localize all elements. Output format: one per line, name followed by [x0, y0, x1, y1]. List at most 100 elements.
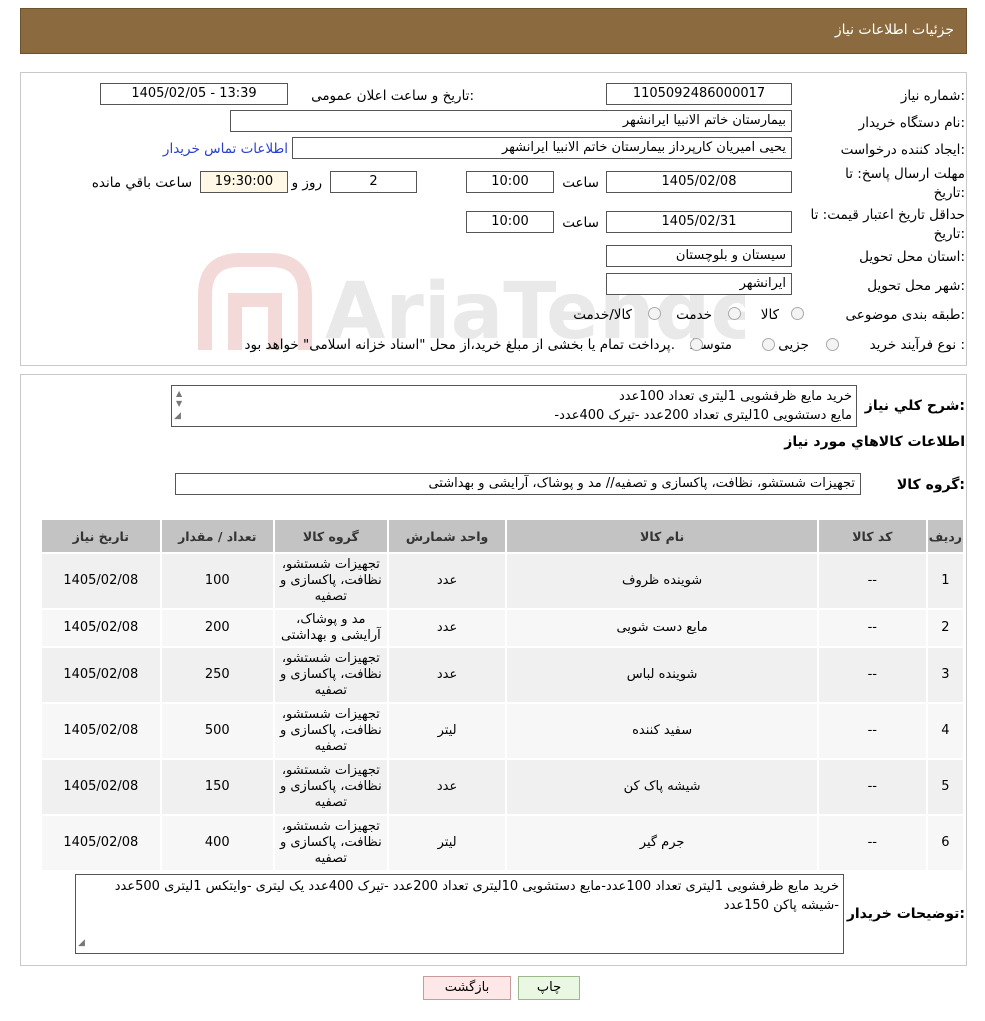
cell-row: 4 [925, 702, 966, 760]
cell-name: شوینده لباس [505, 646, 819, 704]
cell-name: سفید کننده [505, 702, 819, 760]
process-radio-minor[interactable] [826, 338, 839, 351]
page-title: جزئیات اطلاعات نیاز [834, 22, 954, 38]
province-label: استان محل تحویل: [859, 249, 965, 265]
buyer-org-label: نام دستگاه خریدار: [858, 115, 965, 131]
buyer-contact-link[interactable]: اطلاعات تماس خریدار [163, 141, 288, 157]
cell-unit: لیتر [386, 814, 508, 872]
summary-label: شرح کلي نیاز: [864, 398, 965, 414]
resize-handle-icon[interactable]: ◢ [174, 407, 181, 426]
deadline-time-label: ساعت [562, 175, 599, 191]
cell-qty: 200 [159, 608, 275, 648]
buyer-notes-text: خرید مایع ظرفشویی 1لیتری تعداد 100عدد-ما… [114, 879, 839, 913]
cell-group: تجهیزات شستشو، نظافت، پاکسازی و تصفیه [272, 552, 389, 610]
category-radio-goods-service[interactable] [648, 307, 661, 320]
table-row: 6 -- جرم گیر لیتر تجهیزات شستشو، نظافت، … [40, 814, 966, 872]
cell-row: 5 [925, 758, 966, 816]
city-field: ایرانشهر [606, 273, 792, 295]
resize-handle-icon[interactable]: ◢ [78, 934, 85, 953]
cell-row: 6 [925, 814, 966, 872]
cell-qty: 100 [159, 552, 275, 610]
col-header-row: ردیف [925, 518, 966, 554]
validity-time-field: 10:00 [466, 211, 554, 233]
cell-row: 1 [925, 552, 966, 610]
category-radio-goods[interactable] [791, 307, 804, 320]
col-header-code: کد کالا [816, 518, 928, 554]
category-option-service: خدمت [676, 307, 712, 323]
cell-date: 1405/02/08 [40, 814, 162, 872]
table-row: 4 -- سفید کننده لیتر تجهیزات شستشو، نظاف… [40, 702, 966, 760]
col-header-group: گروه کالا [272, 518, 389, 554]
cell-group: تجهیزات شستشو، نظافت، پاکسازی و تصفیه [272, 646, 389, 704]
process-note: پرداخت تمام یا بخشی از مبلغ خرید،از محل … [244, 337, 675, 353]
cell-group: تجهیزات شستشو، نظافت، پاکسازی و تصفیه [272, 758, 389, 816]
deadline-label: مهلت ارسال پاسخ: تا تاریخ: [845, 166, 965, 201]
validity-time-label: ساعت [562, 215, 599, 231]
days-label: روز و [291, 175, 322, 191]
cell-date: 1405/02/08 [40, 552, 162, 610]
category-option-goods: کالا [760, 307, 779, 323]
cell-code: -- [816, 646, 928, 704]
cell-code: -- [816, 758, 928, 816]
cell-name: شیشه پاک کن [505, 758, 819, 816]
buyer-notes-label: توضیحات خریدار: [846, 906, 965, 922]
summary-line-1: خرید مایع ظرفشویی 1لیتری تعداد 100عدد [618, 389, 852, 404]
process-checkbox-treasury[interactable] [690, 338, 703, 351]
cell-unit: عدد [386, 608, 508, 648]
cell-row: 2 [925, 608, 966, 648]
remaining-time-field: 19:30:00 [200, 171, 288, 193]
cell-date: 1405/02/08 [40, 646, 162, 704]
deadline-date-field: 1405/02/08 [606, 171, 792, 193]
deadline-time-field: 10:00 [466, 171, 554, 193]
cell-unit: لیتر [386, 702, 508, 760]
announce-field: 1405/02/05 - 13:39 [100, 83, 288, 105]
goods-group-field: تجهیزات شستشو، نظافت، پاکسازی و تصفیه// … [175, 473, 861, 495]
cell-unit: عدد [386, 552, 508, 610]
category-radio-service[interactable] [728, 307, 741, 320]
goods-section-title: اطلاعات کالاهاي مورد نیاز [784, 434, 965, 450]
cell-group: تجهیزات شستشو، نظافت، پاکسازی و تصفیه [272, 702, 389, 760]
cell-code: -- [816, 702, 928, 760]
cell-date: 1405/02/08 [40, 702, 162, 760]
buyer-notes-textarea[interactable]: خرید مایع ظرفشویی 1لیتری تعداد 100عدد-ما… [75, 874, 844, 954]
cell-row: 3 [925, 646, 966, 704]
buyer-org-field: بیمارستان خاتم الانبیا ایرانشهر [230, 110, 792, 132]
category-option-goods-service: کالا/خدمت [573, 307, 632, 323]
col-header-name: نام کالا [505, 518, 819, 554]
goods-group-label: گروه کالا: [896, 477, 965, 493]
process-label: نوع فرآیند خرید : [869, 337, 965, 353]
process-option-minor: جزیی [778, 337, 809, 353]
cell-code: -- [816, 608, 928, 648]
back-button[interactable]: بازگشت [423, 976, 511, 1000]
need-number-label: شماره نیاز: [900, 88, 965, 104]
cell-group: مد و پوشاک، آرایشی و بهداشتی [272, 608, 389, 648]
creator-field: یحیی امیریان کارپرداز بیمارستان خاتم الا… [292, 137, 792, 159]
validity-date-field: 1405/02/31 [606, 211, 792, 233]
cell-group: تجهیزات شستشو، نظافت، پاکسازی و تصفیه [272, 814, 389, 872]
items-table: ردیف کد کالا نام کالا واحد شمارش گروه کا… [40, 518, 966, 872]
cell-name: مایع دست شویی [505, 608, 819, 648]
province-field: سیستان و بلوچستان [606, 245, 792, 267]
cell-code: -- [816, 552, 928, 610]
cell-qty: 250 [159, 646, 275, 704]
days-field: 2 [330, 171, 417, 193]
cell-name: شوینده ظروف [505, 552, 819, 610]
summary-textarea[interactable]: خرید مایع ظرفشویی 1لیتری تعداد 100عدد -م… [171, 385, 857, 427]
validity-label: حداقل تاریخ اعتبار قیمت: تا تاریخ: [810, 207, 965, 242]
cell-date: 1405/02/08 [40, 758, 162, 816]
cell-qty: 150 [159, 758, 275, 816]
cell-date: 1405/02/08 [40, 608, 162, 648]
table-row: 5 -- شیشه پاک کن عدد تجهیزات شستشو، نظاف… [40, 758, 966, 816]
print-button[interactable]: چاپ [518, 976, 580, 1000]
table-row: 1 -- شوینده ظروف عدد تجهیزات شستشو، نظاف… [40, 552, 966, 610]
remaining-label: ساعت باقي مانده [91, 175, 192, 191]
cell-code: -- [816, 814, 928, 872]
need-number-field: 1105092486000017 [606, 83, 792, 105]
cell-unit: عدد [386, 646, 508, 704]
col-header-qty: تعداد / مقدار [159, 518, 275, 554]
summary-line-2: -مایع دستشویی 10لیتری تعداد 200عدد -تیرک… [554, 408, 852, 423]
category-label: طبقه بندی موضوعی: [845, 307, 965, 323]
process-radio-medium[interactable] [762, 338, 775, 351]
table-row: 2 -- مایع دست شویی عدد مد و پوشاک، آرایش… [40, 608, 966, 648]
scroll-arrows-icon[interactable]: ▲ ▼ [176, 389, 182, 409]
